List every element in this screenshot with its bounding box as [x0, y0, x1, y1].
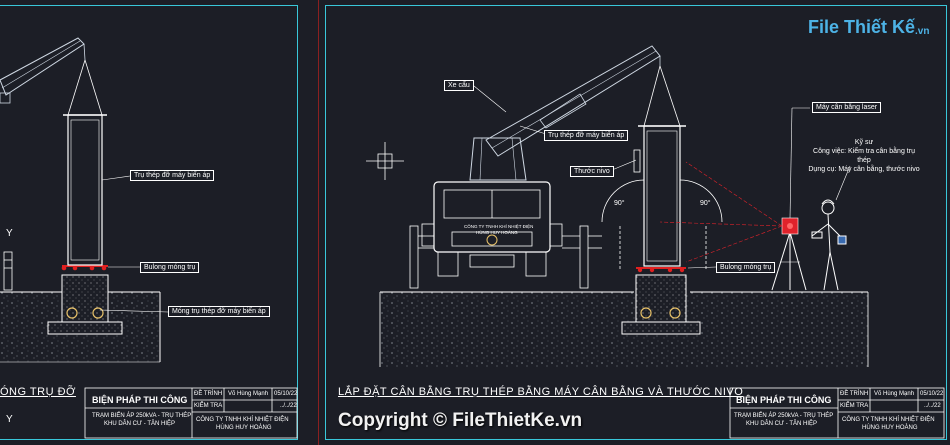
right-tb-heading: BIỆN PHÁP THI CÔNG: [736, 395, 832, 405]
logo-suffix: .vn: [915, 25, 930, 37]
angle-arcs: [601, 179, 723, 270]
engineer-title: Kỹ sư: [854, 139, 874, 146]
callout-crane: Xe cẩu: [444, 80, 474, 91]
left-tb-company-1: CÔNG TY TNHH KHÍ NHIỆT ĐIỆN: [196, 417, 289, 423]
callout-bolt: Bulong móng trụ: [716, 262, 776, 273]
engineer-tools: Dụng cụ: Máy cân bằng, thước nivo: [808, 166, 920, 173]
left-callout-foundation: Móng trụ thép đỡ máy biến áp: [168, 306, 270, 317]
right-tb-row1-date: 05/10/22: [920, 391, 944, 397]
left-tb-project-2: KHU DÂN CƯ - TÂN HIỆP: [104, 421, 176, 427]
guard-rails: [409, 225, 602, 289]
right-drawing-title: LẮP ĐẶT CÂN BẰNG TRỤ THÉP BẰNG MÁY CÂN B…: [338, 386, 744, 398]
left-crane-arm: [0, 37, 86, 104]
left-tb-row2-label: KIỂM TRA: [194, 403, 223, 409]
right-leader-lines: [473, 85, 851, 269]
cad-drawing: [0, 37, 945, 439]
copyright-watermark: Copyright © FileThietKe.vn: [338, 410, 583, 431]
right-steel-post: [633, 65, 686, 267]
left-axis-y-bottom-marker: Y: [6, 414, 13, 425]
left-tb-row1-label: ĐỀ TRÌNH: [194, 391, 223, 397]
left-guard-post: [3, 251, 13, 291]
left-steel-post: [63, 59, 107, 266]
left-tb-row1-date: 05/10/22: [274, 391, 298, 397]
right-tb-row2-date: ../../22: [924, 403, 941, 409]
engineer-figure: [811, 199, 847, 291]
left-axis-y-marker: Y: [6, 228, 13, 239]
crosshair-marker: [366, 142, 404, 180]
truck-text-2: HÙNG HUY HOÀNG: [476, 230, 518, 235]
callout-laser: Máy cân bằng laser: [812, 102, 882, 113]
engineer-task: Công việc: Kiểm tra cân bằng trụ thép: [813, 148, 915, 164]
callout-steel-post: Trụ thép đỡ máy biến áp: [544, 130, 629, 141]
left-tb-heading: BIỆN PHÁP THI CÔNG: [92, 395, 188, 405]
angle-left-label: 90°: [614, 200, 625, 207]
right-tb-row2-label: KIỂM TRA: [840, 403, 869, 409]
left-drawing-title: ÓNG TRỤ ĐỠ: [0, 386, 76, 398]
left-callout-steel-post: Trụ thép đỡ máy biến áp: [130, 170, 215, 181]
right-tb-row1-name: Võ Hùng Mạnh: [874, 391, 915, 397]
left-tb-row2-date: ../../22: [280, 403, 297, 409]
left-callout-bolt: Bulong móng trụ: [140, 262, 200, 273]
engineer-note: Kỹ sư Công việc: Kiểm tra cân bằng trụ t…: [806, 138, 922, 174]
logo-main: File Thiết Kế: [808, 16, 916, 37]
left-tb-row1-name: Võ Hùng Mạnh: [228, 391, 269, 397]
callout-level-ruler: Thước nivo: [570, 166, 614, 177]
left-tb-project-1: TRẠM BIẾN ÁP 250kVA - TRỤ THÉP: [92, 413, 192, 419]
filethietke-logo: File Thiết Kế .vn: [808, 12, 929, 42]
right-tb-project-1: TRẠM BIẾN ÁP 250kVA - TRỤ THÉP: [734, 413, 834, 419]
truck-text-1: CÔNG TY TNHH KHÍ NHIỆT ĐIỆN: [464, 224, 534, 229]
right-tb-company-1: CÔNG TY TNHH KHÍ NHIỆT ĐIỆN: [842, 417, 935, 423]
left-tb-company-2: HÙNG HUY HOÀNG: [216, 425, 272, 431]
right-tb-company-2: HÙNG HUY HOÀNG: [862, 425, 918, 431]
right-tb-project-2: KHU DÂN CƯ - TÂN HIỆP: [746, 421, 818, 427]
right-tb-row1-label: ĐỀ TRÌNH: [840, 391, 869, 397]
angle-right-label: 90°: [700, 200, 711, 207]
